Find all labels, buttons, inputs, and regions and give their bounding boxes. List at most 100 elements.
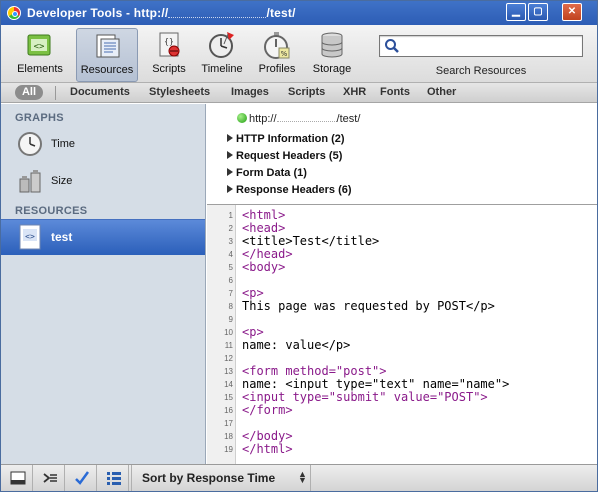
filter-scripts[interactable]: Scripts [288,86,325,98]
list-icon [107,472,121,485]
source-line: This page was requested by POST</p> [242,299,495,313]
source-line: <input type="submit" value="POST"> [242,390,488,404]
line-number: 1 [228,211,233,220]
disclosure-triangle-icon [227,151,233,159]
sidebar: GRAPHS Time Size RESOURCES <> test [1,104,206,464]
devtools-window: Developer Tools - http:///test/ ▁ ▢ ✕ <>… [0,0,598,492]
sidebar-item-time[interactable]: Time [1,127,205,161]
source-line: <body> [242,260,286,274]
select-arrows-icon: ▲ ▼ [298,469,307,485]
sort-select[interactable]: Sort by Response Time ▲ ▼ [131,465,311,491]
sidebar-item-test[interactable]: <> test [1,219,205,255]
disclosure-triangle-icon [227,185,233,193]
filter-fonts[interactable]: Fonts [380,86,410,98]
line-number: 3 [228,237,233,246]
source-line: </html> [242,442,293,456]
filter-all[interactable]: All [15,85,43,100]
tab-timeline[interactable]: Timeline [193,28,251,82]
console-button[interactable] [35,465,65,491]
tab-resources[interactable]: Resources [76,28,138,82]
console-icon [43,473,57,483]
html-document-icon: <> [19,224,41,250]
disclosure-triangle-icon [227,168,233,176]
resources-icon [96,34,120,58]
tab-elements[interactable]: <> Elements [11,28,69,82]
maximize-button[interactable]: ▢ [528,3,548,21]
status-bar: Sort by Response Time ▲ ▼ [1,464,597,491]
checkmark-icon [75,471,90,485]
search-box[interactable] [379,35,583,57]
storage-icon [321,32,343,58]
line-number: 16 [224,406,233,415]
resource-filter-bar: All Documents Stylesheets Images Scripts… [1,83,597,103]
svg-text:<>: <> [25,232,35,241]
dock-to-main-button[interactable] [3,465,33,491]
source-line: name: <input type="text" name="name"> [242,377,510,391]
filter-xhr[interactable]: XHR [343,86,366,98]
line-number-gutter: 1 2 3 4 5 6 7 8 9 10 11 12 13 14 15 16 1… [207,205,236,464]
tab-profiles[interactable]: % Profiles [248,28,306,82]
filter-images[interactable]: Images [231,86,269,98]
line-number: 5 [228,263,233,272]
redacted-host [168,9,267,19]
chrome-icon [7,6,21,20]
filter-stylesheets[interactable]: Stylesheets [149,86,210,98]
svg-text:{}: {} [164,37,174,46]
section-response-headers[interactable]: Response Headers (6) [227,184,352,196]
enable-tracking-button[interactable] [67,465,97,491]
search-label: Search Resources [435,65,527,77]
source-line: <p> [242,325,264,339]
line-number: 19 [224,445,233,454]
tab-storage[interactable]: Storage [303,28,361,82]
resources-heading: RESOURCES [15,205,88,217]
line-number: 8 [228,302,233,311]
section-http-information[interactable]: HTTP Information (2) [227,133,345,145]
line-number: 9 [228,315,233,324]
source-line: <html> [242,208,286,222]
source-line: </body> [242,429,293,443]
source-line: <form method="post"> [242,364,387,378]
source-line: <p> [242,286,264,300]
line-number: 12 [224,354,233,363]
graphs-heading: GRAPHS [15,112,64,124]
line-number: 10 [224,328,233,337]
elements-icon: <> [27,34,51,56]
source-view[interactable]: 1 2 3 4 5 6 7 8 9 10 11 12 13 14 15 16 1… [207,205,597,464]
source-line: <head> [242,221,286,235]
resource-detail: http:///test/ HTTP Information (2) Reque… [207,104,597,464]
profiles-icon: % [264,32,290,59]
redacted-host [276,114,337,122]
timeline-icon [209,32,234,58]
tab-scripts[interactable]: {} Scripts [140,28,198,82]
filter-documents[interactable]: Documents [70,86,130,98]
section-request-headers[interactable]: Request Headers (5) [227,150,342,162]
search-input[interactable] [402,38,578,54]
source-line: </form> [242,403,293,417]
svg-text:%: % [281,50,288,58]
source-line: </head> [242,247,293,261]
line-number: 11 [224,341,233,350]
filter-divider [55,86,56,100]
line-number: 13 [224,367,233,376]
line-number: 14 [224,380,233,389]
dock-icon [10,471,26,485]
window-title: Developer Tools - http:///test/ [27,6,296,20]
section-form-data[interactable]: Form Data (1) [227,167,307,179]
minimize-button[interactable]: ▁ [506,3,526,21]
disclosure-triangle-icon [227,134,233,142]
filter-other[interactable]: Other [427,86,456,98]
panel-toolbar: <> Elements Resources {} Scripts Timelin… [1,25,597,83]
search-icon [385,39,399,53]
small-rows-button[interactable] [99,465,129,491]
request-url: http:///test/ [237,113,360,125]
source-line: name: value</p> [242,338,351,352]
source-line: <title>Test</title> [242,234,380,248]
close-button[interactable]: ✕ [562,3,582,21]
status-ok-icon [237,113,247,123]
line-number: 17 [224,419,233,428]
line-number: 4 [228,250,233,259]
weights-icon [19,170,41,193]
clock-icon [18,132,42,156]
line-number: 7 [228,289,233,298]
sidebar-item-size[interactable]: Size [1,164,205,198]
